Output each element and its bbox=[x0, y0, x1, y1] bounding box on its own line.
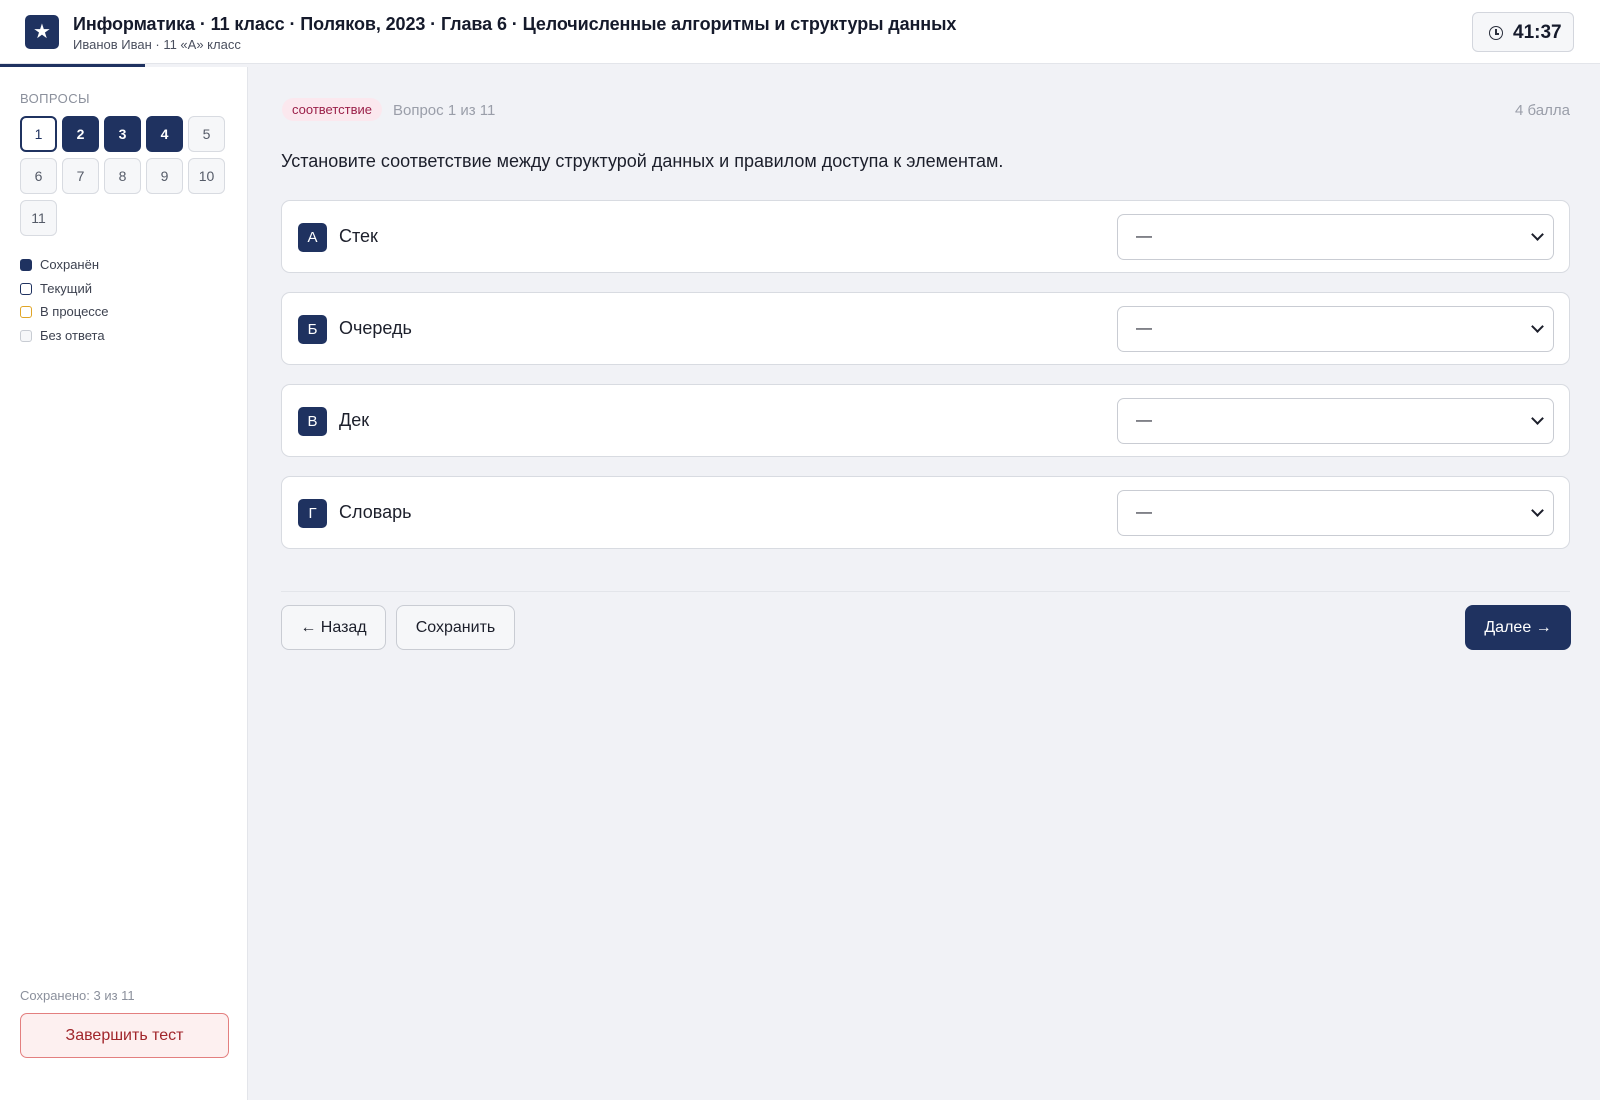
question-nav-button[interactable]: 7 bbox=[62, 158, 99, 194]
question-nav-button[interactable]: 5 bbox=[188, 116, 225, 152]
save-button[interactable]: Сохранить bbox=[396, 605, 515, 650]
chevron-down-icon bbox=[1531, 320, 1544, 333]
chevron-down-icon bbox=[1531, 228, 1544, 241]
match-select[interactable]: — bbox=[1117, 214, 1554, 260]
question-nav-button[interactable]: 11 bbox=[20, 200, 57, 236]
legend-swatch bbox=[20, 329, 32, 342]
header-bar: ★ Информатика · 11 класс · Поляков, 2023… bbox=[0, 0, 1600, 64]
student-info: Иванов Иван · 11 «А» класс bbox=[73, 37, 241, 52]
questions-heading: ВОПРОСЫ bbox=[20, 91, 90, 106]
chevron-down-icon bbox=[1531, 504, 1544, 517]
timer-value: 41:37 bbox=[1513, 22, 1562, 43]
match-row: Г Словарь — bbox=[281, 476, 1570, 549]
legend-swatch bbox=[20, 259, 32, 271]
select-value: — bbox=[1136, 504, 1152, 521]
star-icon: ★ bbox=[25, 15, 59, 49]
question-prompt: Установите соответствие между структурой… bbox=[281, 151, 1004, 171]
chevron-down-icon bbox=[1531, 412, 1544, 425]
question-nav-button[interactable]: 2 bbox=[62, 116, 99, 152]
row-label: Стек bbox=[339, 226, 378, 246]
sidebar: ВОПРОСЫ 1 2 3 4 5 6 7 8 9 10 11 Сохранён Текущий В п… bbox=[0, 67, 248, 1100]
question-nav-button[interactable]: 3 bbox=[104, 116, 141, 152]
divider bbox=[281, 591, 1570, 592]
row-letter-badge: В bbox=[298, 407, 327, 436]
saved-count: Сохранено: 3 из 11 bbox=[20, 988, 135, 1003]
row-letter-badge: Г bbox=[298, 499, 327, 528]
question-nav-button[interactable]: 1 bbox=[20, 116, 57, 152]
question-number: Вопрос 1 из 11 bbox=[393, 102, 496, 119]
row-label: Дек bbox=[339, 410, 370, 430]
select-value: — bbox=[1136, 320, 1152, 337]
legend-label: Без ответа bbox=[40, 327, 105, 343]
legend-swatch bbox=[20, 282, 32, 295]
row-label: Очередь bbox=[339, 318, 412, 338]
match-row: А Стек — bbox=[281, 200, 1570, 273]
question-nav-button[interactable]: 6 bbox=[20, 158, 57, 194]
back-button[interactable]: ← Назад bbox=[281, 605, 386, 650]
legend-label: Сохранён bbox=[40, 257, 100, 272]
finish-test-button[interactable]: Завершить тест bbox=[20, 1013, 229, 1058]
question-nav-button[interactable]: 4 bbox=[146, 116, 183, 152]
question-nav-button[interactable]: 10 bbox=[188, 158, 225, 194]
question-nav-button[interactable]: 8 bbox=[104, 158, 141, 194]
row-letter-badge: Б bbox=[298, 315, 327, 344]
match-select[interactable]: — bbox=[1117, 398, 1554, 444]
match-select[interactable]: — bbox=[1117, 306, 1554, 352]
question-points: 4 балла bbox=[1515, 102, 1570, 119]
legend-label: Текущий bbox=[40, 280, 92, 296]
question-nav-button[interactable]: 9 bbox=[146, 158, 183, 194]
select-value: — bbox=[1136, 228, 1152, 245]
match-row: Б Очередь — bbox=[281, 292, 1570, 365]
clock-icon bbox=[1489, 26, 1503, 40]
legend-swatch bbox=[20, 306, 32, 318]
match-row: В Дек — bbox=[281, 384, 1570, 457]
row-label: Словарь bbox=[339, 502, 412, 522]
match-select[interactable]: — bbox=[1117, 490, 1554, 536]
row-letter-badge: А bbox=[298, 223, 327, 252]
legend-label: В процессе bbox=[40, 304, 109, 319]
select-value: — bbox=[1136, 412, 1152, 429]
question-type-badge: соответствие bbox=[282, 98, 382, 121]
page-title: Информатика · 11 класс · Поляков, 2023 ·… bbox=[73, 14, 957, 34]
timer: 41:37 bbox=[1472, 12, 1574, 52]
next-button[interactable]: Далее → bbox=[1465, 605, 1571, 650]
